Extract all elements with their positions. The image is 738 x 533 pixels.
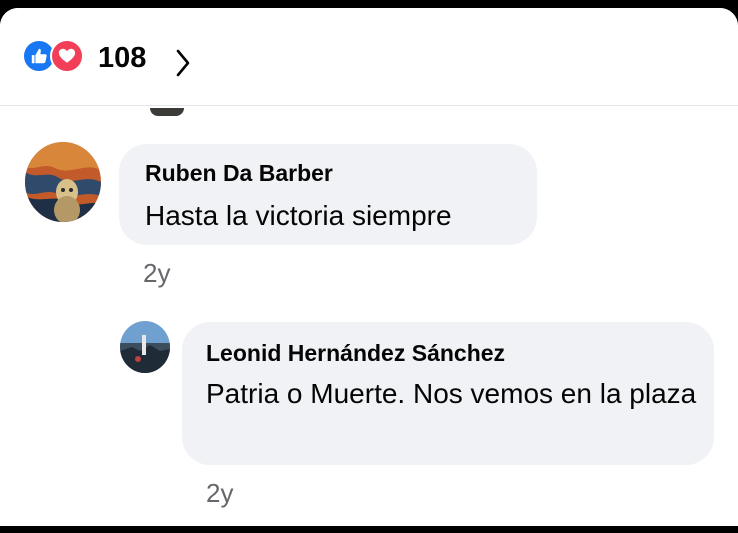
comment-author[interactable]: Leonid Hernández Sánchez bbox=[206, 340, 505, 367]
bottom-edge bbox=[0, 526, 738, 533]
comments-screen: 108 Ruben Da Barber Hasta la victoria si… bbox=[0, 8, 738, 526]
reaction-count: 108 bbox=[98, 42, 147, 74]
comment-timestamp[interactable]: 2y bbox=[143, 258, 170, 289]
comment-text: Hasta la victoria siempre bbox=[145, 200, 452, 231]
love-icon bbox=[50, 39, 84, 73]
comment-author[interactable]: Ruben Da Barber bbox=[145, 160, 333, 187]
reactions-bar[interactable]: 108 bbox=[0, 8, 738, 106]
comment-text: Patria o Muerte. Nos vemos en la plaza bbox=[206, 378, 697, 409]
previous-avatar bbox=[150, 108, 184, 116]
chevron-right-icon[interactable] bbox=[175, 48, 191, 83]
avatar[interactable] bbox=[120, 321, 170, 373]
comment-timestamp[interactable]: 2y bbox=[206, 478, 233, 509]
avatar[interactable] bbox=[25, 142, 101, 222]
reaction-icons bbox=[22, 39, 92, 73]
comment-bubble[interactable]: Leonid Hernández Sánchez Patria o Muerte… bbox=[182, 322, 714, 465]
comment-bubble[interactable]: Ruben Da Barber Hasta la victoria siempr… bbox=[119, 144, 537, 245]
